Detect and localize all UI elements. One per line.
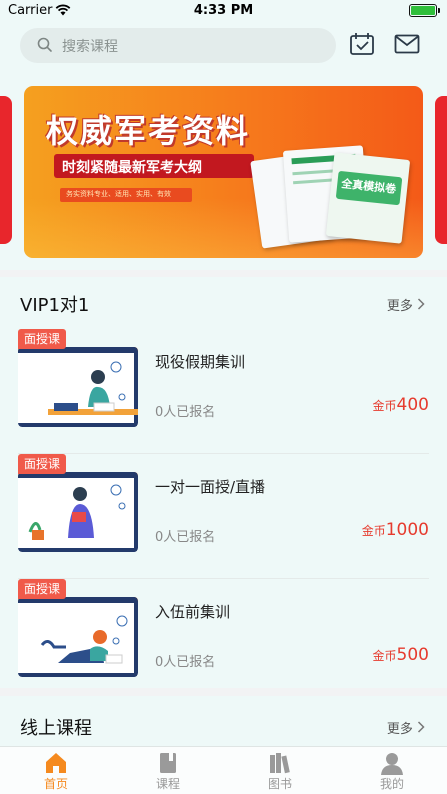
course-name: 入伍前集训 <box>155 603 231 621</box>
more-link[interactable]: 更多 <box>387 295 425 314</box>
course-badge: 面授课 <box>18 454 67 474</box>
home-icon <box>44 751 68 775</box>
tab-profile[interactable]: 我的 <box>336 747 447 794</box>
banner-slide[interactable]: 权威军考资料 时刻紧随最新军考大纲 务实资料专业、适用、实用、有效 全真模拟卷 <box>24 86 423 258</box>
price-value: 500 <box>396 645 429 665</box>
tab-label: 课程 <box>155 777 180 791</box>
battery-icon <box>409 4 440 17</box>
search-icon <box>37 37 53 57</box>
banner-tagline: 务实资料专业、适用、实用、有效 <box>66 190 171 198</box>
chevron-right-icon <box>417 721 425 737</box>
tab-label: 图书 <box>267 777 292 791</box>
tab-books[interactable]: 图书 <box>224 747 336 794</box>
price-value: 400 <box>396 395 429 415</box>
course-name: 一对一面授/直播 <box>155 478 266 496</box>
clock: 4:33 PM <box>193 3 254 18</box>
more-label: 更多 <box>386 722 413 737</box>
next-banner-peek[interactable] <box>435 96 447 244</box>
status-bar: Carrier 4:33 PM <box>0 0 447 22</box>
more-link[interactable]: 更多 <box>387 718 425 737</box>
course-thumbnail <box>18 472 138 552</box>
chevron-right-icon <box>417 298 425 314</box>
books-icon <box>268 751 292 775</box>
tab-course[interactable]: 课程 <box>112 747 224 794</box>
header: 搜索课程 <box>0 22 447 70</box>
tab-label: 我的 <box>379 777 404 791</box>
enroll-count: 0人已报名 <box>155 405 216 420</box>
course-price: 金币400 <box>373 395 429 415</box>
price-unit: 金币 <box>361 524 386 538</box>
vip-section: VIP1对1 更多 面授课 现役假期集训 0人已报名 金币400 面授课 一对一… <box>0 277 447 688</box>
section-title: 线上课程 <box>20 718 92 739</box>
course-badge: 面授课 <box>18 329 67 349</box>
course-book-icon <box>156 751 180 775</box>
course-item[interactable]: 面授课 一对一面授/直播 0人已报名 金币1000 <box>0 454 447 579</box>
course-item[interactable]: 面授课 现役假期集训 0人已报名 金币400 <box>0 329 447 454</box>
book-cover-image: 全真模拟卷 <box>325 152 411 244</box>
tab-label: 首页 <box>43 777 68 791</box>
section-title: VIP1对1 <box>20 295 90 316</box>
price-unit: 金币 <box>372 399 397 413</box>
user-icon <box>380 751 404 775</box>
search-bar[interactable]: 搜索课程 <box>20 28 336 63</box>
enroll-count: 0人已报名 <box>155 655 216 670</box>
prev-banner-peek[interactable] <box>0 96 12 244</box>
calendar-check-icon[interactable] <box>349 32 375 60</box>
course-item[interactable]: 面授课 入伍前集训 0人已报名 金币500 <box>0 579 447 704</box>
course-thumbnail <box>18 347 138 427</box>
more-label: 更多 <box>386 299 413 314</box>
online-section: 线上课程 更多 <box>0 696 447 746</box>
enroll-count: 0人已报名 <box>155 530 216 545</box>
tab-bar: 首页 课程 图书 我的 <box>0 746 447 794</box>
search-placeholder: 搜索课程 <box>62 39 118 55</box>
price-unit: 金币 <box>372 649 397 663</box>
banner-title: 权威军考资料 <box>46 112 251 150</box>
course-price: 金币500 <box>373 645 429 665</box>
price-value: 1000 <box>385 520 429 540</box>
course-badge: 面授课 <box>18 579 67 599</box>
course-name: 现役假期集训 <box>155 353 246 371</box>
mail-icon[interactable] <box>394 34 420 58</box>
course-price: 金币1000 <box>362 520 429 540</box>
banner-subtitle: 时刻紧随最新军考大纲 <box>62 160 202 176</box>
course-thumbnail <box>18 597 138 677</box>
banner-carousel[interactable]: 权威军考资料 时刻紧随最新军考大纲 务实资料专业、适用、实用、有效 全真模拟卷 <box>0 70 447 270</box>
tab-home[interactable]: 首页 <box>0 747 112 794</box>
